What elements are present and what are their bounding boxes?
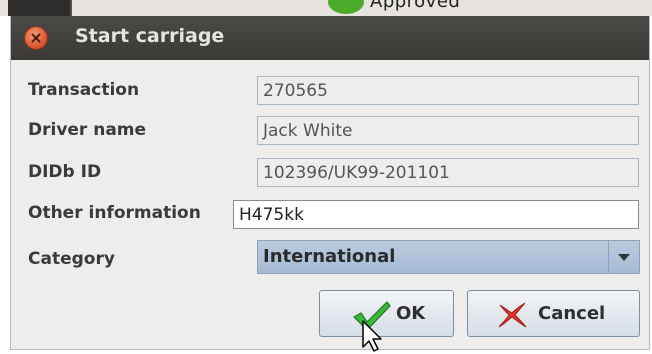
ok-button[interactable]: OK — [319, 290, 454, 337]
close-icon[interactable] — [25, 27, 47, 49]
didb-id-field: 102396/UK99-201101 — [257, 158, 639, 187]
category-dropdown-toggle[interactable] — [608, 241, 639, 273]
background-status-text: Approved — [370, 0, 461, 12]
transaction-label: Transaction — [28, 80, 140, 100]
dialog-titlebar[interactable]: Start carriage — [11, 16, 649, 60]
driver-name-field: Jack White — [257, 116, 639, 145]
red-x-icon — [498, 302, 527, 328]
background-separator — [70, 0, 72, 16]
transaction-field: 270565 — [257, 76, 639, 105]
category-label: Category — [28, 249, 115, 269]
category-selected-value: International — [263, 246, 396, 267]
chevron-down-icon — [618, 254, 630, 261]
category-select[interactable]: International — [257, 240, 640, 274]
ok-button-label: OK — [396, 303, 426, 324]
green-circle-icon — [328, 0, 364, 14]
didb-id-label: DIDb ID — [28, 162, 102, 182]
dialog-title: Start carriage — [75, 25, 225, 47]
mouse-cursor-icon — [362, 320, 382, 352]
other-information-input[interactable]: H475kk — [233, 200, 639, 229]
driver-name-label: Driver name — [28, 120, 147, 140]
background-toolbar — [8, 0, 72, 16]
cancel-button[interactable]: Cancel — [467, 290, 640, 337]
cancel-button-label: Cancel — [538, 303, 606, 324]
other-information-label: Other information — [28, 203, 201, 223]
start-carriage-dialog: Start carriage Transaction 270565 Driver… — [10, 16, 650, 350]
background-window: Approved — [0, 0, 652, 16]
